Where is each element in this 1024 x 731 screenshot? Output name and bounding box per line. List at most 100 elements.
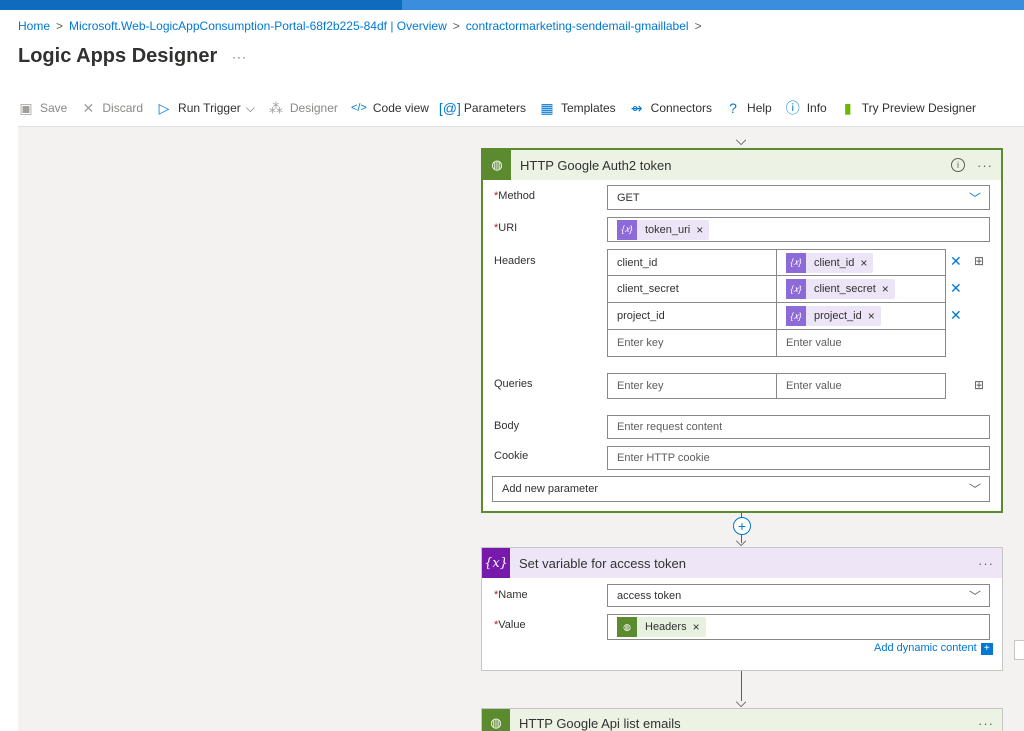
add-dynamic-content-label: Add dynamic content [874,642,977,654]
dynamic-content-panel-tab[interactable] [1014,640,1024,660]
header-value-token[interactable]: {𝑥} client_id × [786,252,874,273]
header-key-input[interactable]: Enter key [607,329,777,357]
uri-input[interactable]: {𝑥} token_uri × [607,217,990,242]
switch-text-mode-icon[interactable]: ⊞ [974,378,984,392]
cookie-placeholder: Enter HTTP cookie [617,452,710,464]
breadcrumb-home[interactable]: Home [18,19,50,33]
header-value-input[interactable]: Enter value [776,329,946,357]
headers-token-label: Headers [645,621,687,633]
value-label: *Value [494,619,526,631]
plus-icon: + [980,643,993,655]
chevron-down-icon: ﹀ [968,482,981,497]
chevron-down-icon: ⌵ [245,100,255,115]
variable-name-select[interactable]: access token ﹀ [607,584,990,607]
uri-label-text: URI [498,222,518,234]
info-button[interactable]: ⓘ Info [785,100,827,116]
header-value-token[interactable]: {𝑥} client_secret × [786,279,895,299]
page-title: Logic Apps Designer [18,45,218,67]
templates-button[interactable]: ▦ Templates [539,100,616,116]
bookmark-icon: ▮ [843,99,852,116]
method-label-text: Method [498,190,535,202]
http-globe-icon: ◍ [482,709,510,731]
code-view-button[interactable]: </> Code view [351,100,429,116]
uri-token[interactable]: {𝑥} token_uri × [617,219,710,240]
remove-token-icon[interactable]: × [693,620,700,634]
header-value-token[interactable]: {𝑥} project_id × [786,306,881,326]
close-icon: ✕ [82,99,95,116]
header-value: client_secret [814,283,876,295]
try-preview-designer-button[interactable]: ▮ Try Preview Designer [840,100,976,116]
variable-card-header[interactable]: {x} Set variable for access token ··· [482,548,1002,578]
connectors-icon: ⇴ [630,99,643,116]
name-label-text: Name [498,589,528,601]
delete-header-icon[interactable]: ✕ [950,280,962,297]
breadcrumb-logic-app[interactable]: Microsoft.Web-LogicAppConsumption-Portal… [69,19,447,33]
variable-card-title: Set variable for access token [519,555,686,571]
header-key: client_id [617,256,658,269]
templates-label: Templates [560,101,616,115]
parameters-icon: [@] [438,100,461,116]
designer-toolbar: ▣ Save ✕ Discard ▷ Run Trigger ⌵ ⁂ Designer <… [18,97,989,119]
headers-token[interactable]: ◍ Headers × [617,617,706,637]
query-value-input[interactable]: Enter value [776,373,946,399]
list-emails-card-header[interactable]: ◍ HTTP Google Api list emails ··· [482,709,1002,731]
arrow-down-icon: ⌵ [735,132,747,148]
header-key: project_id [617,310,665,322]
remove-token-icon[interactable]: × [696,223,703,237]
portal-top-bar [0,0,1024,10]
remove-token-icon[interactable]: × [860,256,867,270]
header-value-cell[interactable]: {𝑥} client_id × [776,249,946,276]
add-dynamic-content-link[interactable]: Add dynamic content + [874,642,993,655]
info-icon[interactable]: i [951,158,965,172]
header-value-cell[interactable]: {𝑥} project_id × [776,302,946,330]
switch-text-mode-icon[interactable]: ⊞ [974,254,984,268]
run-trigger-label: Run Trigger [178,101,241,115]
header-key-cell[interactable]: client_secret [607,275,777,303]
save-button[interactable]: ▣ Save [18,100,67,116]
method-select[interactable]: GET ﹀ [607,185,990,210]
header-value-cell[interactable]: {𝑥} client_secret × [776,275,946,303]
connectors-button[interactable]: ⇴ Connectors [629,100,712,116]
name-label: *Name [494,589,528,601]
card-more-button[interactable]: ··· [977,158,993,173]
http-card-header[interactable]: ◍ HTTP Google Auth2 token i ··· [483,150,1001,180]
variable-value-input[interactable]: ◍ Headers × [607,614,990,640]
expression-icon: {𝑥} [786,306,806,326]
parameters-button[interactable]: [@] Parameters [438,100,526,116]
help-icon: ? [729,100,737,116]
delete-header-icon[interactable]: ✕ [950,253,962,270]
remove-token-icon[interactable]: × [868,309,875,323]
run-trigger-button[interactable]: ▷ Run Trigger ⌵ [156,100,255,116]
designer-button[interactable]: ⁂ Designer [268,100,338,116]
header-key-cell[interactable]: client_id [607,249,777,276]
card-more-button[interactable]: ··· [978,556,994,571]
delete-header-icon[interactable]: ✕ [950,307,962,324]
header-value: project_id [814,310,862,322]
try-preview-label: Try Preview Designer [861,101,976,115]
cookie-input[interactable]: Enter HTTP cookie [607,446,990,470]
breadcrumb-workflow[interactable]: contractormarketing-sendemail-gmaillabel [466,19,689,33]
expression-icon: {𝑥} [786,279,806,299]
http-list-emails-card[interactable]: ◍ HTTP Google Api list emails ··· [481,708,1003,731]
add-new-parameter-dropdown[interactable]: Add new parameter ﹀ [492,476,990,502]
headers-label: Headers [494,255,536,267]
method-label: *Method [494,190,535,202]
remove-token-icon[interactable]: × [882,282,889,296]
card-more-button[interactable]: ··· [978,716,994,731]
page-more-button[interactable]: ··· [232,50,247,64]
query-key-input[interactable]: Enter key [607,373,777,399]
header-value-placeholder: Enter value [786,337,842,349]
discard-button[interactable]: ✕ Discard [80,100,143,116]
header-key-cell[interactable]: project_id [607,302,777,330]
expression-icon: {𝑥} [786,252,806,273]
header-key: client_secret [617,283,679,295]
value-label-text: Value [498,619,526,631]
body-placeholder: Enter request content [617,421,723,433]
breadcrumb-separator: > [56,19,64,33]
body-input[interactable]: Enter request content [607,415,990,439]
code-view-label: Code view [372,101,429,115]
help-button[interactable]: ? Help [725,100,772,116]
breadcrumb: Home > Microsoft.Web-LogicAppConsumption-P… [18,19,708,33]
arrow-down-icon: ⌵ [735,533,747,549]
parameters-label: Parameters [463,101,526,115]
